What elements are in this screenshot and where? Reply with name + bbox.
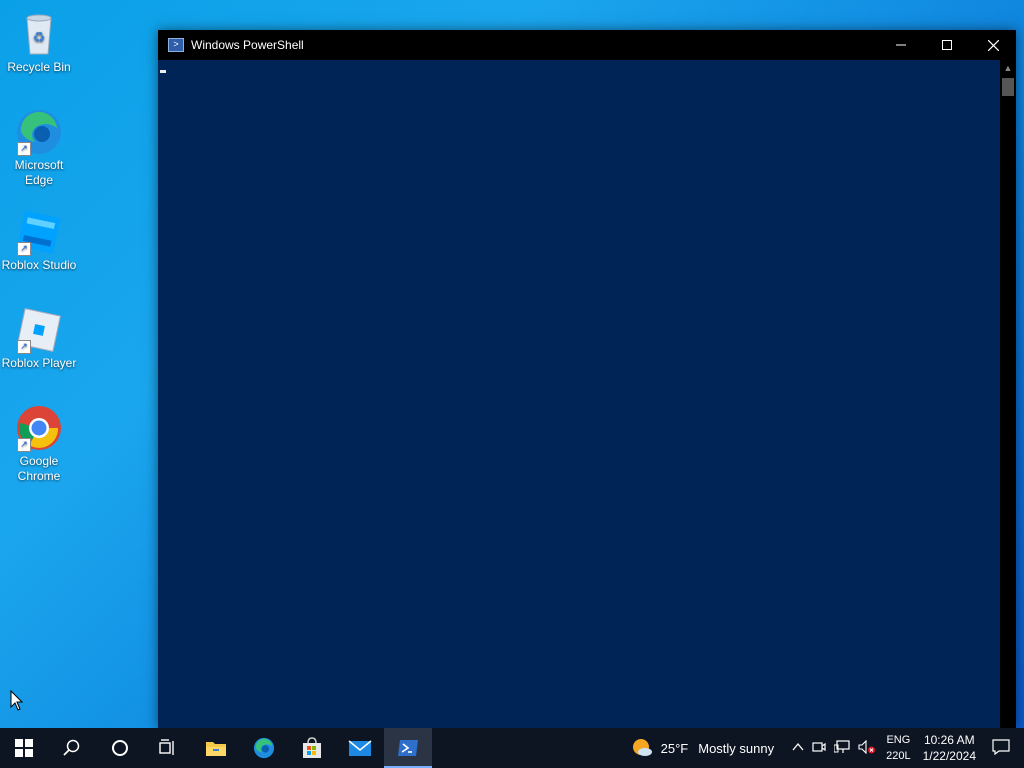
input-language-indicator[interactable]: ENG 220L [886,732,910,764]
title-bar[interactable]: > Windows PowerShell [158,30,1016,60]
desktop-icon-edge[interactable]: ↗ Microsoft Edge [0,104,78,188]
clock-time: 10:26 AM [923,733,975,747]
search-button[interactable] [48,728,96,768]
close-button[interactable] [970,30,1016,60]
mail-icon [348,740,372,756]
desktop-icon-label: Roblox Studio [1,258,77,272]
window-title: Windows PowerShell [191,38,304,52]
taskbar-mail[interactable] [336,728,384,768]
maximize-icon [942,40,952,50]
task-view-button[interactable] [144,728,192,768]
mouse-cursor-icon [10,689,24,717]
taskbar: 25°F Mostly sunny ENG 220L 10:26 AM 1/22… [0,728,1024,768]
desktop-icon-roblox-studio[interactable]: ↗ Roblox Studio [0,204,78,273]
start-button[interactable] [0,728,48,768]
desktop-icon-label: Recycle Bin [7,60,71,74]
shortcut-arrow-icon: ↗ [17,242,31,256]
scroll-up-icon[interactable]: ▲ [1000,60,1016,76]
weather-temperature: 25°F [660,740,689,756]
roblox-player-icon: ↗ [15,306,63,354]
desktop-icon-label: Google Chrome [17,454,61,483]
taskbar-edge[interactable] [240,728,288,768]
text-cursor [160,70,166,73]
system-tray: 25°F Mostly sunny ENG 220L 10:26 AM 1/22… [627,728,1024,768]
search-icon [63,739,80,756]
desktop-icon-label: Microsoft Edge [14,158,64,187]
clock[interactable]: 10:26 AM 1/22/2024 [923,732,976,764]
edge-icon: ↗ [15,108,63,156]
network-button[interactable] [833,739,850,757]
store-icon [303,737,321,758]
shortcut-arrow-icon: ↗ [17,142,31,156]
desktop-icon-roblox-player[interactable]: ↗ Roblox Player [0,302,78,371]
console-area[interactable] [158,60,1000,728]
meet-now-button[interactable] [812,740,826,757]
language-code: ENG [886,734,911,746]
volume-muted-icon [858,739,876,754]
action-center-button[interactable] [992,738,1010,758]
cortana-button[interactable] [96,728,144,768]
show-hidden-icons-button[interactable] [792,741,804,755]
minimize-icon [896,44,906,46]
chrome-icon: ↗ [15,404,63,452]
taskbar-file-explorer[interactable] [192,728,240,768]
vertical-scrollbar[interactable]: ▲ [1000,60,1016,728]
maximize-button[interactable] [924,30,970,60]
clock-date: 1/22/2024 [922,749,976,763]
network-icon [833,739,850,753]
desktop-icon-chrome[interactable]: ↗ Google Chrome [0,400,78,484]
edge-icon [253,737,275,759]
desktop-icon-recycle-bin[interactable]: ♻ Recycle Bin [0,6,78,75]
scroll-thumb[interactable] [1002,78,1014,96]
roblox-studio-icon: ↗ [15,208,63,256]
svg-text:♻: ♻ [33,30,46,46]
keyboard-layout: 220L [886,750,911,762]
windows-logo-icon [15,739,33,757]
weather-widget[interactable]: 25°F Mostly sunny [631,737,774,759]
desktop-icon-label: Roblox Player [1,356,77,370]
shortcut-arrow-icon: ↗ [17,438,31,452]
powershell-window[interactable]: > Windows PowerShell ▲ [158,30,1016,728]
taskbar-store[interactable] [288,728,336,768]
taskbar-powershell[interactable] [384,728,432,768]
weather-condition: Mostly sunny [698,740,775,756]
powershell-icon: > [168,38,184,52]
chevron-up-icon [792,742,804,751]
camera-icon [812,741,826,752]
minimize-button[interactable] [878,30,924,60]
powershell-icon [398,740,418,756]
close-icon [987,39,999,51]
shortcut-arrow-icon: ↗ [17,340,31,354]
cortana-circle-icon [112,740,128,756]
task-view-icon [159,739,174,755]
folder-icon [206,742,226,756]
recycle-bin-icon: ♻ [15,10,63,58]
weather-sun-cloud-icon [632,739,652,756]
notification-icon [992,738,1010,755]
volume-button[interactable] [858,739,876,757]
